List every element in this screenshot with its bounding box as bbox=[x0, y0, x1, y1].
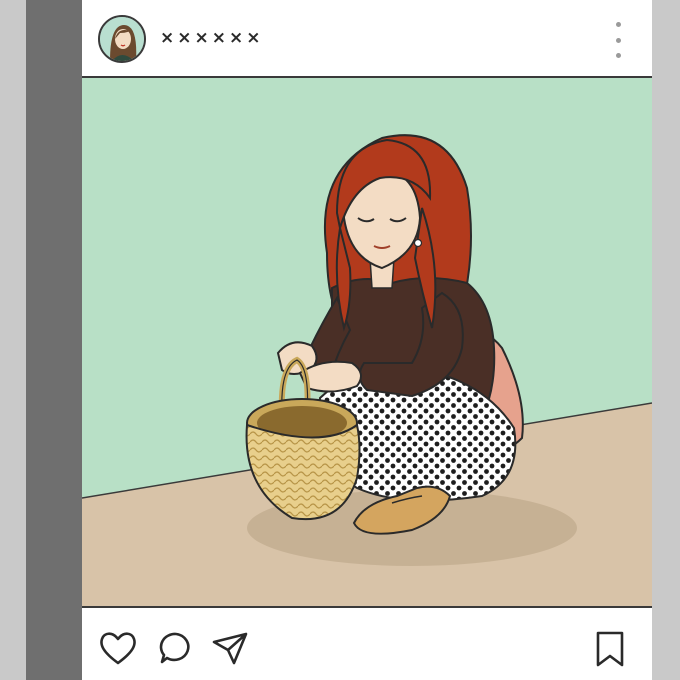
post-photo bbox=[82, 78, 652, 606]
avatar-image bbox=[100, 17, 144, 61]
post-screen: ×××××× bbox=[82, 0, 652, 680]
avatar[interactable] bbox=[98, 15, 146, 63]
comment-bubble-icon[interactable] bbox=[158, 630, 194, 670]
username[interactable]: ×××××× bbox=[160, 28, 263, 48]
bookmark-icon[interactable] bbox=[594, 630, 626, 672]
post-header: ×××××× bbox=[82, 0, 652, 78]
post-illustration bbox=[82, 78, 652, 606]
more-vertical-icon[interactable] bbox=[612, 22, 624, 58]
paper-plane-icon[interactable] bbox=[210, 630, 250, 670]
phone-frame: ×××××× bbox=[26, 0, 652, 680]
post-actions-bar bbox=[82, 606, 652, 680]
heart-icon[interactable] bbox=[98, 630, 138, 670]
